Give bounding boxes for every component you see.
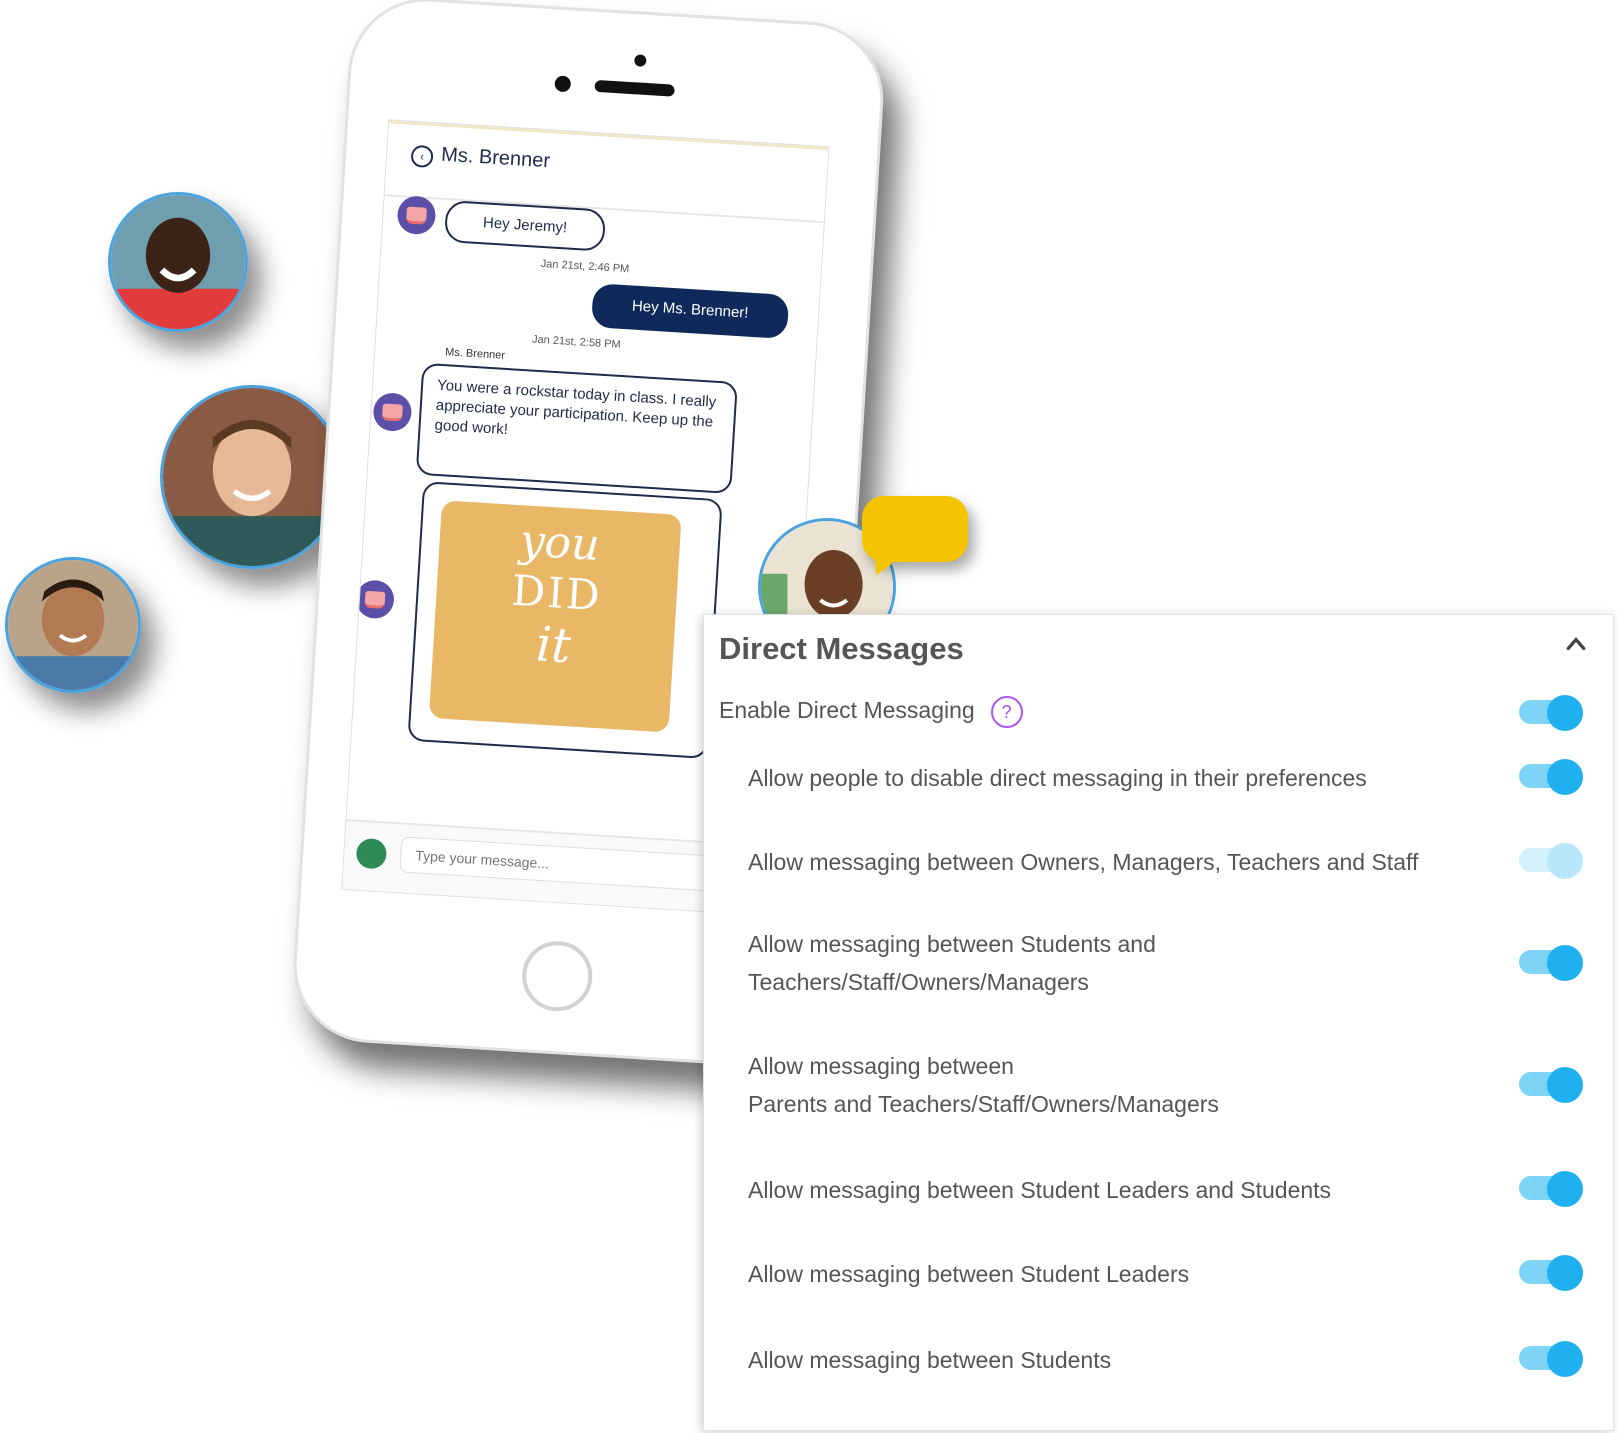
setting-toggle[interactable] <box>1519 1255 1583 1291</box>
message-timestamp: Jan 21st, 2:58 PM <box>531 333 621 351</box>
panel-title: Direct Messages <box>719 631 964 666</box>
setting-label: Allow messaging between Student Leaders <box>748 1261 1190 1287</box>
message-sender: Ms. Brenner <box>444 346 506 362</box>
setting-toggle[interactable] <box>1519 843 1583 879</box>
setting-toggle[interactable] <box>1519 1171 1583 1207</box>
setting-toggle[interactable] <box>1519 759 1583 795</box>
card-lettering: you DID it <box>510 515 604 675</box>
book-icon <box>372 391 413 433</box>
chevron-up-icon[interactable] <box>1565 633 1587 655</box>
question-mark-icon[interactable]: ? <box>990 695 1023 728</box>
setting-label: Allow messaging between Student Leaders … <box>748 1177 1332 1203</box>
back-arrow-icon[interactable]: ‹ <box>410 144 434 169</box>
image-message: you DID it <box>407 481 723 759</box>
phone-speaker <box>594 79 675 97</box>
book-icon <box>396 195 437 236</box>
setting-toggle[interactable] <box>1519 1067 1583 1103</box>
avatar-student-3 <box>5 557 141 693</box>
setting-label: Allow messaging between Parents and Teac… <box>748 1053 1219 1117</box>
you-did-it-card: you DID it <box>428 500 682 733</box>
setting-label: Allow messaging between Owners, Managers… <box>748 849 1419 875</box>
setting-toggle[interactable] <box>1519 945 1583 981</box>
phone-camera <box>554 75 572 93</box>
user-avatar <box>355 837 388 870</box>
incoming-message: You were a rockstar today in class. I re… <box>415 362 738 494</box>
home-button[interactable] <box>520 939 595 1014</box>
phone-sensor <box>633 54 647 67</box>
speech-bubble-icon <box>862 496 968 562</box>
setting-label: Allow messaging between Students <box>748 1347 1112 1373</box>
message-timestamp: Jan 21st, 2:46 PM <box>540 257 630 276</box>
book-icon <box>354 579 396 620</box>
setting-label: Allow people to disable direct messaging… <box>748 765 1367 791</box>
avatar-student-2 <box>160 385 344 569</box>
setting-toggle[interactable] <box>1519 1341 1583 1377</box>
incoming-message: Hey Jeremy! <box>443 199 607 252</box>
avatar-student-1 <box>108 192 248 332</box>
outgoing-message: Hey Ms. Brenner! <box>590 283 790 340</box>
chat-title: Ms. Brenner <box>440 143 551 173</box>
enable-direct-messaging-label: Enable Direct Messaging? <box>719 691 1023 729</box>
setting-label: Allow messaging between Students and Tea… <box>748 931 1156 995</box>
enable-direct-messaging-toggle[interactable] <box>1519 695 1583 731</box>
direct-messages-panel: Direct Messages Enable Direct Messaging?… <box>703 614 1614 1431</box>
